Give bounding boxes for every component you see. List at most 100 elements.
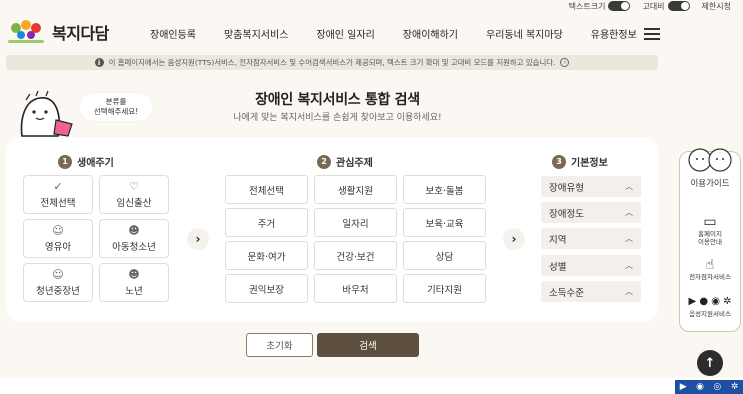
notice-text: 이 홈페이지에서는 음성지원(TTS)서비스, 전자점자서비스 및 수어검색서비… bbox=[108, 58, 556, 67]
elderly-icon: ☻ bbox=[128, 267, 140, 281]
mascot-pair-icon bbox=[688, 148, 732, 172]
basic-heading: 3 기본정보 bbox=[552, 154, 608, 169]
filter-label: 장애유형 bbox=[549, 182, 584, 194]
lifecycle-label: 전체선택 bbox=[40, 197, 76, 209]
reset-view-link[interactable]: 제한시청 bbox=[702, 1, 731, 12]
interest-chip[interactable]: 보육·교육 bbox=[403, 208, 486, 237]
filter-label: 소득수준 bbox=[549, 287, 584, 299]
text-size-toggle[interactable] bbox=[608, 1, 631, 11]
reset-button[interactable]: 초기화 bbox=[246, 333, 313, 357]
chevron-up-icon: ︿ bbox=[625, 208, 633, 217]
nav-item-understanding[interactable]: 장애이해하기 bbox=[403, 26, 458, 41]
info-icon: i bbox=[94, 58, 104, 67]
lifecycle-baby[interactable]: ☺ 영유아 bbox=[23, 219, 93, 258]
lifecycle-child[interactable]: ☻ 아동청소년 bbox=[99, 219, 169, 258]
chevron-up-icon: ︿ bbox=[625, 261, 633, 270]
child-icon: ☻ bbox=[128, 223, 140, 237]
usage-guide-label[interactable]: 이용가이드 bbox=[680, 177, 740, 189]
filter-disability-degree[interactable]: 장애정도 ︿ bbox=[541, 202, 641, 223]
interest-chip[interactable]: 주거 bbox=[225, 208, 308, 237]
tts-service-link[interactable]: ▶ ● ◉ ✲ 음성지원서비스 bbox=[680, 294, 740, 318]
filter-label: 장애정도 bbox=[549, 208, 584, 220]
page-title: 장애인 복지서비스 통합 검색 bbox=[255, 92, 420, 108]
chevron-right-icon[interactable]: › bbox=[187, 228, 209, 250]
filter-gender[interactable]: 성별 ︿ bbox=[541, 255, 641, 276]
contrast-label: 고대비 bbox=[642, 1, 665, 11]
interest-chip[interactable]: 건강·보건 bbox=[314, 241, 397, 270]
stop-icon[interactable]: ◉ bbox=[696, 382, 704, 392]
lifecycle-label: 아동청소년 bbox=[112, 241, 156, 253]
settings-icon[interactable]: ✲ bbox=[731, 382, 739, 392]
tts-player-bar: ▶ ◉ ◎ ✲ bbox=[675, 380, 743, 394]
chevron-right-icon[interactable]: › bbox=[503, 228, 525, 250]
interest-chip[interactable]: 바우처 bbox=[314, 274, 397, 303]
interest-chip[interactable]: 기타지원 bbox=[403, 274, 486, 303]
lifecycle-label: 임신출산 bbox=[116, 197, 152, 209]
lifecycle-adult[interactable]: ☺ 청년중장년 bbox=[23, 263, 93, 302]
main-nav: 장애인등록 맞춤복지서비스 장애인 일자리 장애이해하기 우리동네 복지마당 유… bbox=[150, 26, 637, 41]
check-icon: ✓ bbox=[53, 179, 63, 193]
lifecycle-all[interactable]: ✓ 전체선택 bbox=[23, 175, 93, 214]
interest-title: 관심주제 bbox=[336, 158, 373, 169]
site-logo[interactable]: 복지다담 bbox=[6, 18, 109, 46]
site-header: 복지다담 장애인등록 맞춤복지서비스 장애인 일자리 장애이해하기 우리동네 복… bbox=[0, 14, 743, 54]
brand-name: 복지다담 bbox=[52, 24, 109, 43]
interest-chip[interactable]: 일자리 bbox=[314, 208, 397, 237]
step-number: 2 bbox=[317, 154, 331, 169]
scroll-top-button[interactable]: ↑ bbox=[697, 350, 723, 376]
contrast-toggle[interactable] bbox=[667, 1, 690, 11]
nav-item-registration[interactable]: 장애인등록 bbox=[150, 26, 196, 41]
search-button[interactable]: 검색 bbox=[317, 333, 419, 357]
nav-item-jobs[interactable]: 장애인 일자리 bbox=[316, 26, 374, 41]
interest-heading: 2 관심주제 bbox=[317, 154, 373, 169]
chevron-right-icon[interactable]: › bbox=[560, 58, 570, 67]
footer-strip bbox=[0, 378, 743, 394]
interest-chip[interactable]: 문화·여가 bbox=[225, 241, 308, 270]
nav-item-custom-welfare[interactable]: 맞춤복지서비스 bbox=[224, 26, 288, 41]
lifecycle-heading: 1 생애주기 bbox=[58, 154, 114, 169]
filter-income[interactable]: 소득수준 ︿ bbox=[541, 281, 641, 302]
text-size-label: 텍스트크기 bbox=[568, 1, 606, 11]
utility-bar: 텍스트크기 고대비 제한시청 bbox=[569, 0, 743, 12]
lifecycle-elderly[interactable]: ☻ 노년 bbox=[99, 263, 169, 302]
interest-chip[interactable]: 상담 bbox=[403, 241, 486, 270]
nav-item-neighborhood[interactable]: 우리동네 복지마당 bbox=[486, 26, 563, 41]
lifecycle-pregnancy[interactable]: ♡ 임신출산 bbox=[99, 175, 169, 214]
pregnancy-icon: ♡ bbox=[129, 179, 139, 193]
quick-side-panel: 이용가이드 ▭ 홈페이지 이용안내 ☝ 전자점자서비스 ▶ ● ◉ ✲ 음성지원… bbox=[679, 148, 741, 332]
lifecycle-label: 노년 bbox=[125, 285, 143, 297]
menu-icon[interactable] bbox=[644, 28, 660, 40]
logo-mark-icon bbox=[6, 18, 46, 46]
play-icon[interactable]: ▶ bbox=[680, 382, 687, 392]
interest-chip[interactable]: 전체선택 bbox=[225, 175, 308, 204]
chevron-up-icon: ︿ bbox=[625, 182, 633, 191]
baby-icon: ☺ bbox=[52, 223, 64, 237]
page-subtitle: 나에게 맞는 복지서비스를 손쉽게 찾아보고 이용하세요! bbox=[233, 113, 442, 123]
filter-label: 지역 bbox=[549, 234, 567, 246]
filter-disability-type[interactable]: 장애유형 ︿ bbox=[541, 176, 641, 197]
lifecycle-label: 영유아 bbox=[44, 241, 72, 253]
basic-title: 기본정보 bbox=[571, 158, 608, 169]
lifecycle-label: 청년중장년 bbox=[36, 285, 80, 297]
text-size-toggle-group[interactable]: 텍스트크기 bbox=[569, 1, 631, 12]
chevron-up-icon: ︿ bbox=[625, 287, 633, 296]
interest-chip[interactable]: 생활지원 bbox=[314, 175, 397, 204]
interest-chip[interactable]: 보호·돌봄 bbox=[403, 175, 486, 204]
lifecycle-title: 생애주기 bbox=[77, 158, 114, 169]
accessibility-notice: i 이 홈페이지에서는 음성지원(TTS)서비스, 전자점자서비스 및 수어검색… bbox=[6, 55, 658, 70]
nav-item-useful-info[interactable]: 유용한정보 bbox=[591, 26, 637, 41]
monitor-icon: ▭ bbox=[703, 214, 717, 230]
braille-service-link[interactable]: ☝ 전자점자서비스 bbox=[680, 257, 740, 281]
audio-controls-icon: ▶ ● ◉ ✲ bbox=[688, 296, 732, 307]
filter-label: 성별 bbox=[549, 261, 567, 273]
contrast-toggle-group[interactable]: 고대비 bbox=[642, 1, 690, 12]
hand-icon: ☝ bbox=[705, 257, 715, 273]
view-icon[interactable]: ◎ bbox=[713, 382, 721, 392]
interest-chip[interactable]: 권익보장 bbox=[225, 274, 308, 303]
step-number: 3 bbox=[552, 154, 566, 169]
filter-region[interactable]: 지역 ︿ bbox=[541, 228, 641, 249]
adult-icon: ☺ bbox=[52, 267, 64, 281]
step-number: 1 bbox=[58, 154, 72, 169]
site-guide-link[interactable]: ▭ 홈페이지 이용안내 bbox=[680, 214, 740, 246]
chevron-up-icon: ︿ bbox=[625, 234, 633, 243]
